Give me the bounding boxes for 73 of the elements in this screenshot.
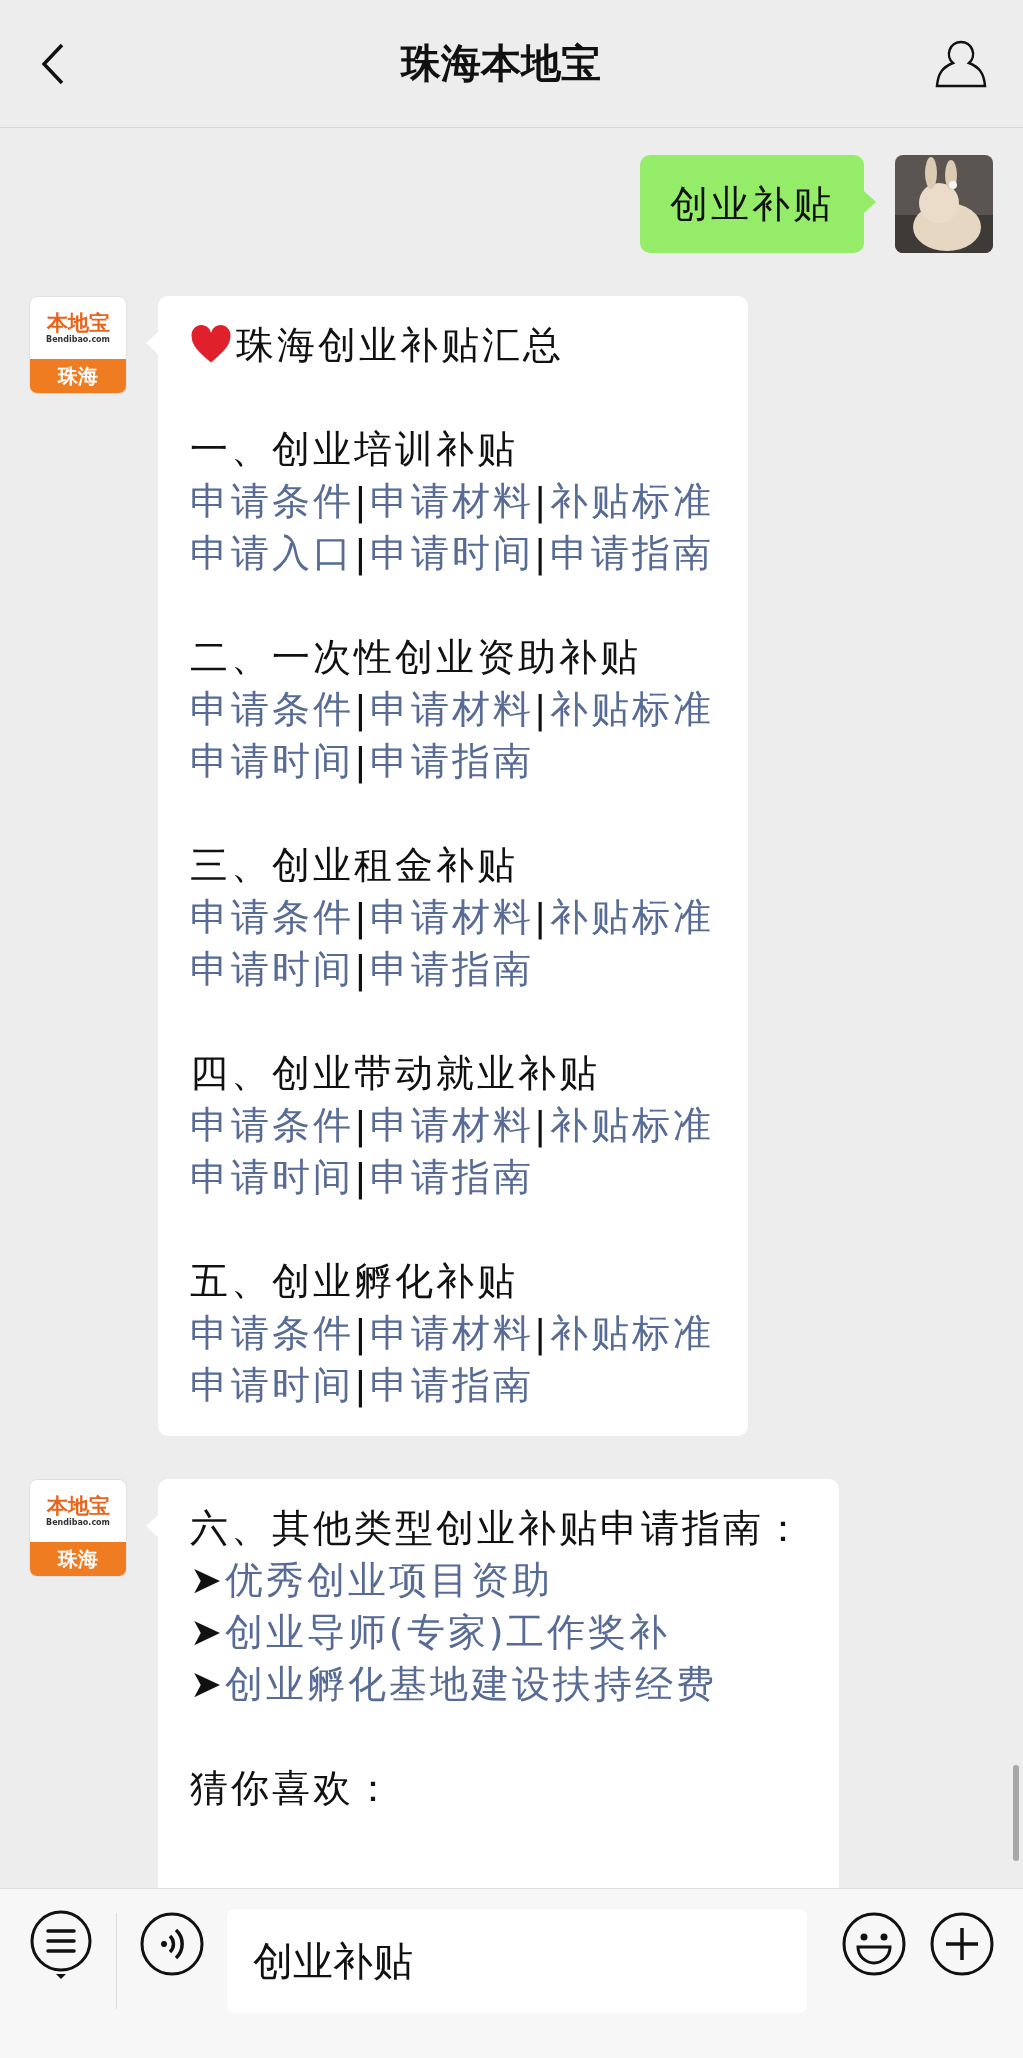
separator: |	[354, 894, 370, 942]
logo-domain: Bendibao.com	[46, 335, 110, 345]
link[interactable]: 申请条件	[190, 475, 354, 527]
separator: |	[354, 1310, 370, 1358]
link[interactable]: 申请时间	[190, 943, 354, 995]
logo-name: 本地宝	[46, 311, 110, 335]
link[interactable]: 创业孵化基地建设扶持经费	[224, 1658, 717, 1710]
section-heading: 一、创业培训补贴	[190, 426, 518, 473]
arrow-marker: ➤	[190, 1661, 225, 1708]
logo-city: 珠海	[30, 1542, 126, 1576]
link[interactable]: 申请时间	[190, 735, 354, 787]
sent-message: 创业补贴	[640, 155, 864, 253]
link[interactable]: 申请时间	[369, 527, 534, 579]
link[interactable]: 申请指南	[369, 735, 534, 787]
link[interactable]: 申请材料	[369, 891, 534, 943]
section-heading: 三、创业租金补贴	[190, 842, 518, 889]
separator: |	[354, 1362, 370, 1410]
link[interactable]: 申请指南	[369, 943, 534, 995]
heart-icon	[190, 325, 232, 365]
link[interactable]: 申请材料	[369, 1307, 534, 1359]
scrollbar[interactable]	[1013, 1765, 1019, 1861]
message-input[interactable]: 创业补贴	[226, 1909, 807, 2013]
separator: |	[354, 946, 370, 994]
separator: |	[533, 1102, 550, 1150]
link[interactable]: 申请条件	[190, 683, 354, 735]
account-avatar[interactable]: 本地宝 Bendibao.com 珠海	[29, 1479, 127, 1577]
link[interactable]: 申请材料	[369, 1099, 534, 1151]
message-title: 珠海创业补贴汇总	[236, 322, 564, 369]
link[interactable]: 申请时间	[190, 1151, 354, 1203]
link[interactable]: 申请材料	[369, 475, 534, 527]
link[interactable]: 申请材料	[369, 683, 534, 735]
logo-domain: Bendibao.com	[46, 1518, 110, 1528]
menu-icon[interactable]	[28, 1909, 94, 1979]
link[interactable]: 申请指南	[549, 527, 714, 579]
separator: |	[533, 894, 550, 942]
logo-city: 珠海	[30, 359, 126, 393]
separator: |	[354, 530, 370, 578]
separator: |	[354, 1102, 370, 1150]
link[interactable]: 申请时间	[190, 1359, 354, 1411]
profile-icon[interactable]	[935, 38, 987, 89]
logo-name: 本地宝	[46, 1494, 110, 1518]
separator: |	[533, 1310, 550, 1358]
separator: |	[354, 1154, 370, 1202]
link[interactable]: 补贴标准	[549, 475, 714, 527]
section-heading: 四、创业带动就业补贴	[190, 1050, 600, 1097]
account-avatar[interactable]: 本地宝 Bendibao.com 珠海	[29, 296, 127, 394]
back-icon[interactable]	[40, 41, 66, 86]
separator: |	[533, 478, 550, 526]
link[interactable]: 补贴标准	[549, 1307, 714, 1359]
link[interactable]: 申请条件	[190, 891, 354, 943]
chat-title: 珠海本地宝	[400, 39, 601, 88]
separator: |	[354, 738, 370, 786]
section-heading: 二、一次性创业资助补贴	[190, 634, 641, 681]
link[interactable]: 申请指南	[369, 1151, 534, 1203]
separator: |	[354, 686, 370, 734]
link[interactable]: 申请指南	[369, 1359, 534, 1411]
link[interactable]: 申请条件	[190, 1099, 354, 1151]
separator: |	[354, 478, 370, 526]
link[interactable]: 优秀创业项目资助	[224, 1554, 553, 1606]
link[interactable]: 补贴标准	[549, 891, 714, 943]
bubble-tail	[864, 191, 876, 213]
separator: |	[533, 530, 550, 578]
link[interactable]: 创业导师(专家)工作奖补	[224, 1606, 671, 1658]
separator: |	[533, 686, 550, 734]
link[interactable]: 补贴标准	[549, 1099, 714, 1151]
arrow-marker: ➤	[190, 1557, 225, 1604]
link[interactable]: 申请条件	[190, 1307, 354, 1359]
recommend-label: 猜你喜欢：	[190, 1765, 395, 1812]
section-heading: 六、其他类型创业补贴申请指南：	[190, 1505, 805, 1552]
link[interactable]: 申请入口	[190, 527, 354, 579]
section-heading: 五、创业孵化补贴	[190, 1258, 518, 1305]
arrow-marker: ➤	[190, 1609, 225, 1656]
link[interactable]: 补贴标准	[549, 683, 714, 735]
